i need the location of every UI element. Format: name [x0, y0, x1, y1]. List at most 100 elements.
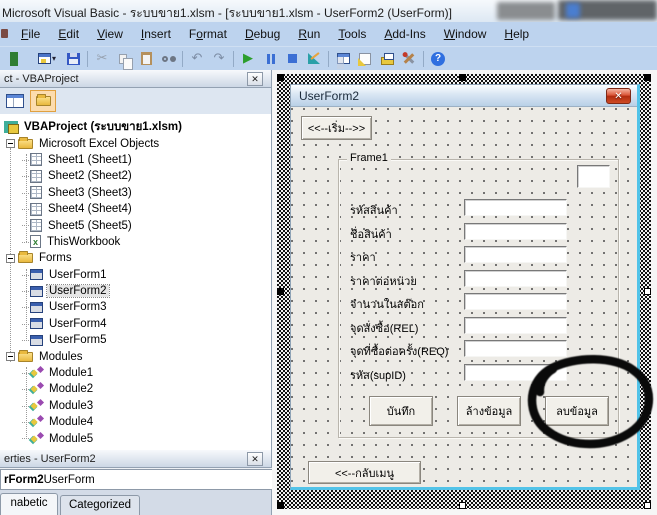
resize-handle[interactable]	[644, 288, 651, 295]
help-button[interactable]: ?	[427, 49, 449, 69]
tab-categorized[interactable]: Categorized	[60, 495, 140, 515]
tree-item-userform2[interactable]: UserForm2	[0, 283, 271, 299]
expander-minus-icon[interactable]	[6, 254, 15, 263]
field-label-price[interactable]: ราคา	[350, 248, 376, 266]
view-object-icon[interactable]	[6, 94, 24, 108]
module-icon	[30, 433, 43, 445]
field-input-stock-qty[interactable]	[464, 293, 567, 310]
tree-item-sheet5[interactable]: Sheet5 (Sheet5)	[0, 217, 271, 233]
field-label-stock-qty[interactable]: จำนวนในสต๊อก	[350, 295, 424, 313]
back-to-menu-button[interactable]: <<--กลับเมนู	[308, 461, 421, 484]
tab-alphabetic[interactable]: nabetic	[0, 493, 58, 515]
tree-item-modules-folder[interactable]: Modules	[0, 348, 271, 364]
resize-handle[interactable]	[277, 288, 284, 295]
resize-handle[interactable]	[459, 74, 466, 81]
cut-button[interactable]: ✂	[91, 49, 113, 69]
resize-handle[interactable]	[644, 502, 651, 509]
field-input-reorder-point[interactable]	[464, 317, 567, 334]
menu-item-window[interactable]: Window	[435, 24, 496, 44]
menu-item-run[interactable]: Run	[289, 24, 329, 44]
field-input-price[interactable]	[464, 246, 567, 263]
field-label-reorder-qty[interactable]: จุดที่ซื้อต่อครั้ง(REQ)	[350, 342, 448, 360]
userform-close-button[interactable]: ✕	[606, 88, 631, 104]
copy-button[interactable]	[113, 49, 135, 69]
field-label-supplier-id[interactable]: รหัส(supID)	[350, 366, 406, 384]
userform2-design-surface[interactable]: UserForm2 ✕ <<--เริ่ม-->> Frame1 รหัสสิน…	[290, 84, 640, 490]
menu-item-debug[interactable]: Debug	[236, 24, 289, 44]
tree-item-userform1[interactable]: UserForm1	[0, 267, 271, 283]
tree-item-excel-objects[interactable]: Microsoft Excel Objects	[0, 135, 271, 151]
field-input-product-name[interactable]	[464, 223, 567, 240]
project-panel-close-button[interactable]: ✕	[247, 72, 263, 86]
worksheet-icon	[30, 186, 42, 199]
stop-icon	[288, 54, 297, 63]
field-input-unit-price[interactable]	[464, 270, 567, 287]
worksheet-icon	[30, 170, 42, 183]
start-button-control[interactable]: <<--เริ่ม-->>	[301, 116, 372, 140]
menu-item-edit[interactable]: Edit	[49, 24, 88, 44]
resize-handle[interactable]	[277, 502, 284, 509]
design-mode-button[interactable]	[303, 49, 325, 69]
field-label-unit-price[interactable]: ราคาต่อหน่วย	[350, 272, 417, 290]
tree-item-module5[interactable]: Module5	[0, 430, 271, 446]
clear-data-button[interactable]: ล้างข้อมูล	[457, 396, 521, 426]
tree-item-userform4[interactable]: UserForm4	[0, 316, 271, 332]
break-button[interactable]	[259, 49, 281, 69]
tree-item-module4[interactable]: Module4	[0, 414, 271, 430]
field-input-reorder-qty[interactable]	[464, 340, 567, 357]
tree-item-thisworkbook[interactable]: xThisWorkbook	[0, 234, 271, 250]
tree-item-module1[interactable]: Module1	[0, 365, 271, 381]
tree-item-forms-folder[interactable]: Forms	[0, 250, 271, 266]
resize-handle[interactable]	[277, 74, 284, 81]
project-icon	[4, 121, 18, 133]
field-input-supplier-id[interactable]	[464, 364, 567, 381]
menu-item-view[interactable]: View	[88, 24, 132, 44]
toolbox-icon	[404, 53, 415, 64]
tree-item-module2[interactable]: Module2	[0, 381, 271, 397]
properties-window-button[interactable]	[354, 49, 376, 69]
delete-data-button[interactable]: ลบข้อมูล	[545, 396, 609, 426]
frame1-control[interactable]: Frame1 รหัสสินค้า ชื่อสินค้า ราคา ราคาต่…	[338, 159, 619, 438]
tree-item-module3[interactable]: Module3	[0, 398, 271, 414]
reset-button[interactable]	[281, 49, 303, 69]
field-label-product-name[interactable]: ชื่อสินค้า	[350, 225, 392, 243]
redo-button[interactable]: ↷	[208, 49, 230, 69]
mini-textbox-control[interactable]	[577, 165, 610, 188]
expander-minus-icon[interactable]	[6, 352, 15, 361]
tree-item-vbaproject[interactable]: VBAProject (ระบบขาย1.xlsm)	[0, 119, 271, 135]
properties-panel-close-button[interactable]: ✕	[247, 452, 263, 466]
toggle-folders-button[interactable]	[30, 90, 56, 112]
paste-button[interactable]	[135, 49, 157, 69]
save-button[interactable]	[62, 49, 84, 69]
undo-button[interactable]: ↶	[186, 49, 208, 69]
save-record-button[interactable]: บันทึก	[369, 396, 433, 426]
menu-item-tools[interactable]: Tools	[329, 24, 375, 44]
menu-item-file[interactable]: File	[12, 24, 49, 44]
expander-minus-icon[interactable]	[6, 139, 15, 148]
run-button[interactable]: ▶	[237, 49, 259, 69]
tree-item-sheet4[interactable]: Sheet4 (Sheet4)	[0, 201, 271, 217]
tree-item-userform3[interactable]: UserForm3	[0, 299, 271, 315]
find-button[interactable]	[157, 49, 179, 69]
object-selector-combo[interactable]: rForm2 UserForm	[0, 469, 272, 490]
excel-partial-icon[interactable]	[10, 49, 32, 69]
insert-userform-button[interactable]: ▾	[32, 49, 62, 69]
resize-handle[interactable]	[459, 502, 466, 509]
menu-item-insert[interactable]: Insert	[132, 24, 180, 44]
menu-item-addins[interactable]: Add-Ins	[375, 24, 434, 44]
tree-item-sheet1[interactable]: Sheet1 (Sheet1)	[0, 152, 271, 168]
tree-item-userform5[interactable]: UserForm5	[0, 332, 271, 348]
field-input-product-code[interactable]	[464, 199, 567, 216]
object-browser-button[interactable]	[376, 49, 398, 69]
worksheet-icon	[30, 153, 42, 166]
project-explorer-button[interactable]	[332, 49, 354, 69]
tree-item-sheet3[interactable]: Sheet3 (Sheet3)	[0, 185, 271, 201]
menu-item-help[interactable]: Help	[495, 24, 538, 44]
properties-window-icon	[359, 53, 371, 65]
tree-item-sheet2[interactable]: Sheet2 (Sheet2)	[0, 168, 271, 184]
toolbox-button[interactable]	[398, 49, 420, 69]
resize-handle[interactable]	[644, 74, 651, 81]
menu-item-format[interactable]: Format	[180, 24, 236, 44]
field-label-reorder-point[interactable]: จุดสั่งซื้อ(REL)	[350, 319, 418, 337]
field-label-product-code[interactable]: รหัสสินค้า	[350, 201, 398, 219]
